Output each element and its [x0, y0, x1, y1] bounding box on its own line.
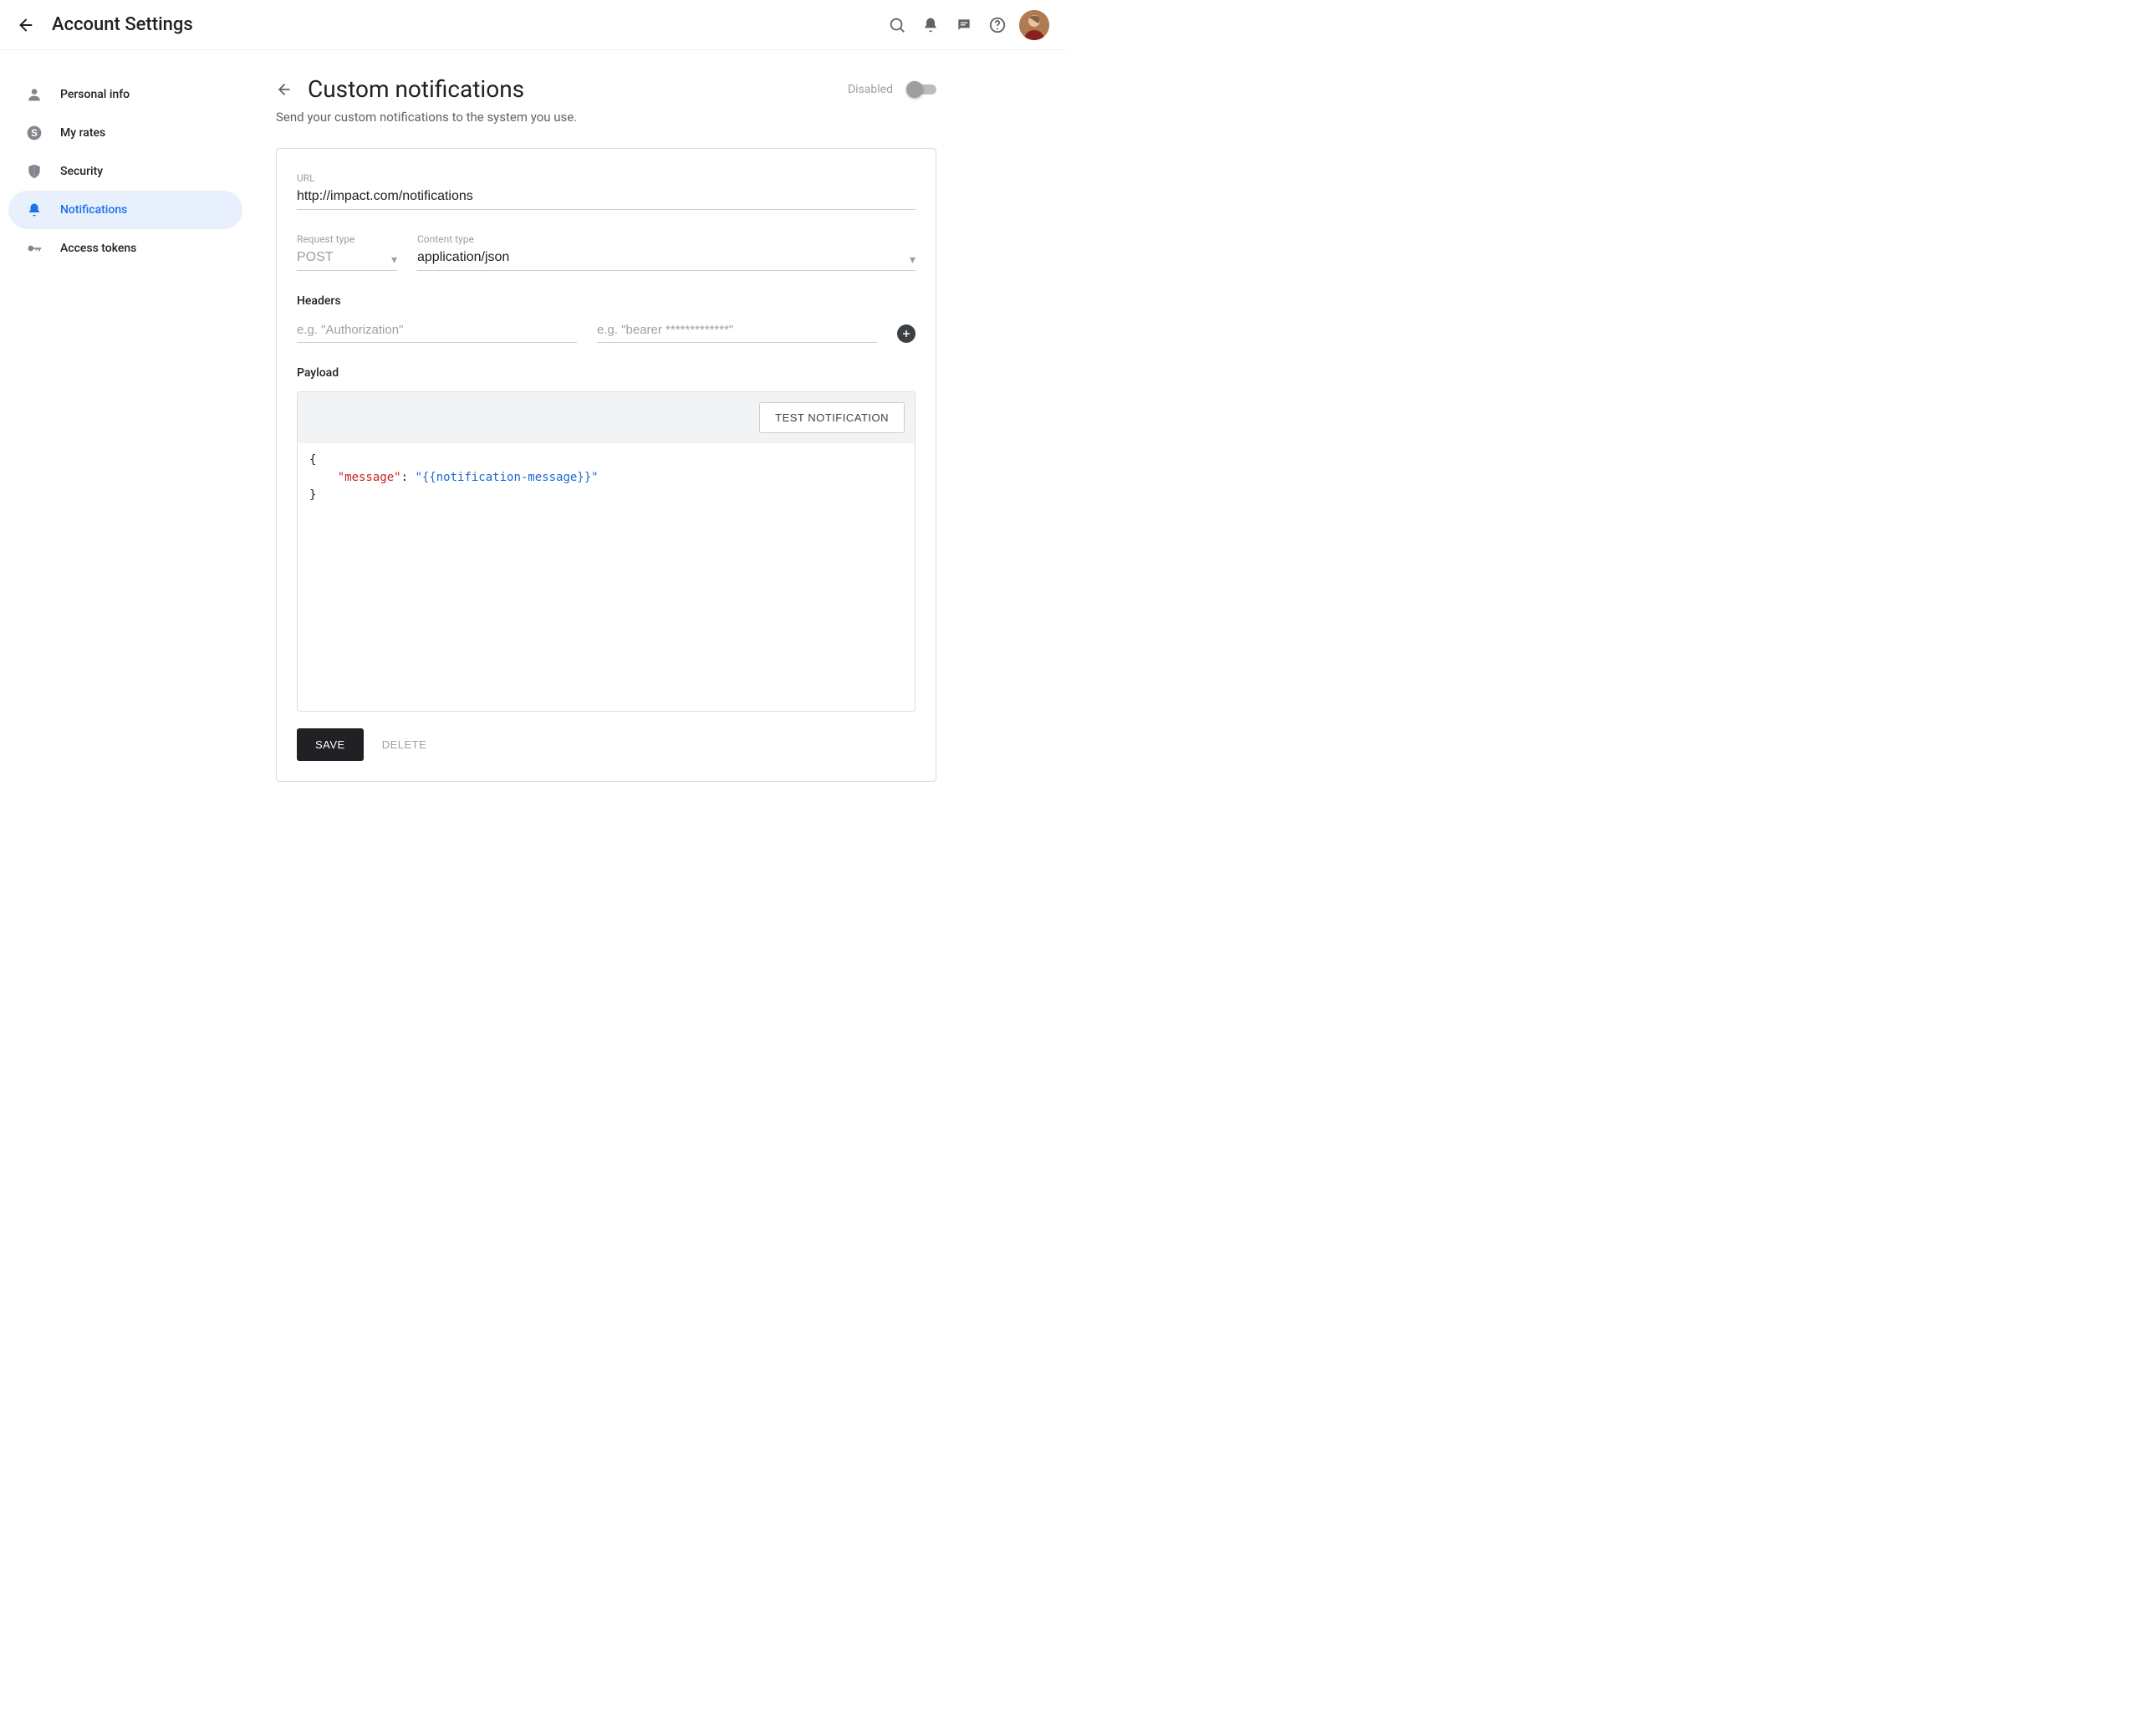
main-content: Custom notifications Disabled Send your … — [251, 50, 987, 815]
sidebar-item-label: My rates — [60, 126, 105, 140]
back-button[interactable] — [17, 16, 35, 34]
avatar[interactable] — [1019, 10, 1049, 40]
bell-icon[interactable] — [914, 8, 947, 42]
form-card: URL Request type ▾ Content type ▾ — [276, 148, 936, 782]
page-back-button[interactable] — [276, 81, 293, 98]
delete-button[interactable]: DELETE — [375, 728, 434, 761]
url-input[interactable] — [297, 186, 916, 210]
content-subtitle: Send your custom notifications to the sy… — [276, 110, 936, 125]
search-icon[interactable] — [880, 8, 914, 42]
sidebar-item-notifications[interactable]: Notifications — [8, 191, 242, 229]
header-name-input[interactable] — [297, 319, 577, 343]
request-type-select[interactable] — [297, 247, 397, 271]
toggle-label: Disabled — [848, 83, 893, 96]
sidebar-item-my-rates[interactable]: S My rates — [8, 114, 242, 152]
app-bar: Account Settings — [0, 0, 1066, 50]
sidebar-item-label: Personal info — [60, 88, 130, 101]
page-title: Account Settings — [52, 14, 193, 35]
content-title: Custom notifications — [308, 75, 524, 103]
key-icon — [25, 239, 43, 258]
dollar-icon: S — [25, 124, 43, 142]
headers-label: Headers — [297, 294, 916, 308]
content-type-label: Content type — [417, 233, 916, 245]
person-icon — [25, 85, 43, 104]
sidebar: Personal info S My rates Security Notifi… — [0, 50, 251, 815]
content-type-select[interactable] — [417, 247, 916, 271]
sidebar-item-label: Access tokens — [60, 242, 136, 255]
svg-text:S: S — [31, 128, 38, 139]
chat-icon[interactable] — [947, 8, 981, 42]
header-value-input[interactable] — [597, 319, 877, 343]
sidebar-item-label: Notifications — [60, 203, 127, 217]
add-header-button[interactable] — [897, 324, 916, 343]
help-icon[interactable] — [981, 8, 1014, 42]
payload-editor[interactable]: { "message": "{{notification-message}}" … — [298, 443, 915, 711]
shield-icon — [25, 162, 43, 181]
enable-toggle[interactable] — [906, 81, 936, 98]
sidebar-item-label: Security — [60, 165, 103, 178]
save-button[interactable]: SAVE — [297, 728, 364, 761]
test-notification-button[interactable]: TEST NOTIFICATION — [759, 402, 905, 433]
payload-label: Payload — [297, 366, 916, 380]
url-label: URL — [297, 172, 916, 184]
request-type-label: Request type — [297, 233, 397, 245]
sidebar-item-security[interactable]: Security — [8, 152, 242, 191]
sidebar-item-personal-info[interactable]: Personal info — [8, 75, 242, 114]
sidebar-item-access-tokens[interactable]: Access tokens — [8, 229, 242, 268]
bell-icon — [25, 201, 43, 219]
